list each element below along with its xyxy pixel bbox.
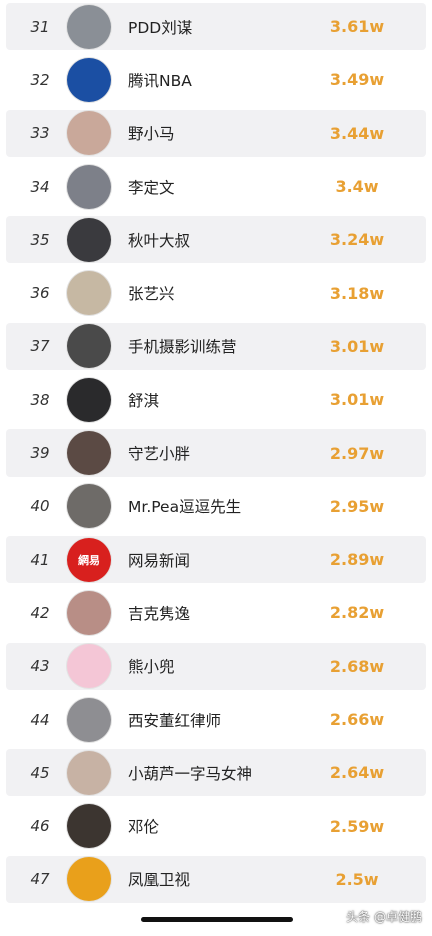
follower-count: 3.24w <box>329 230 385 250</box>
follower-count: 2.68w <box>329 656 385 676</box>
woman-portrait-avatar[interactable] <box>67 590 111 635</box>
rank-number: 33 <box>30 124 50 143</box>
account-name[interactable]: 秋叶大叔 <box>128 213 190 266</box>
account-name[interactable]: 张艺兴 <box>128 266 175 319</box>
follower-count: 2.82w <box>329 603 385 623</box>
rank-number: 34 <box>30 177 50 196</box>
follower-count: 2.97w <box>329 443 385 463</box>
woman-profile-avatar[interactable] <box>67 377 111 422</box>
follower-count: 2.64w <box>329 763 385 783</box>
account-name[interactable]: 野小马 <box>128 107 175 160</box>
list-item[interactable]: 38 舒淇 3.01w <box>0 373 432 426</box>
list-item[interactable]: 37 手机摄影训练营 3.01w <box>0 320 432 373</box>
woman-portrait-avatar[interactable] <box>67 111 111 156</box>
man-portrait-avatar[interactable] <box>67 431 111 476</box>
follower-count: 2.89w <box>329 550 385 570</box>
account-name[interactable]: 凤凰卫视 <box>128 853 190 906</box>
rank-number: 47 <box>30 870 50 889</box>
follower-count: 3.01w <box>329 336 385 356</box>
man-portrait-avatar[interactable] <box>67 217 111 262</box>
account-name[interactable]: 小葫芦一字马女神 <box>128 746 252 799</box>
list-item[interactable]: 35 秋叶大叔 3.24w <box>0 213 432 266</box>
list-item[interactable]: 41 網易 网易新闻 2.89w <box>0 533 432 586</box>
rank-number: 43 <box>30 657 50 676</box>
rank-number: 38 <box>30 390 50 409</box>
list-item[interactable]: 40 Mr.Pea逗逗先生 2.95w <box>0 480 432 533</box>
follower-count: 2.95w <box>329 496 385 516</box>
follower-count: 3.44w <box>329 123 385 143</box>
follower-count: 3.61w <box>329 17 385 37</box>
rank-number: 42 <box>30 603 50 622</box>
rank-number: 37 <box>30 337 50 356</box>
account-name[interactable]: 舒淇 <box>128 373 159 426</box>
account-name[interactable]: 李定文 <box>128 160 175 213</box>
account-name[interactable]: Mr.Pea逗逗先生 <box>128 480 241 533</box>
account-name[interactable]: 吉克隽逸 <box>128 586 190 639</box>
list-item[interactable]: 44 西安董红律师 2.66w <box>0 693 432 746</box>
account-name[interactable]: 守艺小胖 <box>128 426 190 479</box>
list-item[interactable]: 33 野小马 3.44w <box>0 107 432 160</box>
list-item[interactable]: 31 PDD刘谋 3.61w <box>0 0 432 53</box>
follower-count: 2.59w <box>329 816 385 836</box>
account-name[interactable]: 手机摄影训练营 <box>128 320 237 373</box>
follower-count: 3.01w <box>329 390 385 410</box>
follower-count: 3.49w <box>329 70 385 90</box>
list-item[interactable]: 43 熊小兜 2.68w <box>0 640 432 693</box>
account-name[interactable]: 腾讯NBA <box>128 53 192 106</box>
rank-number: 44 <box>30 710 50 729</box>
list-item[interactable]: 45 小葫芦一字马女神 2.64w <box>0 746 432 799</box>
rank-number: 41 <box>30 550 50 569</box>
rank-number: 36 <box>30 284 50 303</box>
account-name[interactable]: 西安董红律师 <box>128 693 221 746</box>
list-item[interactable]: 46 邓伦 2.59w <box>0 799 432 852</box>
blurred-portrait-avatar[interactable] <box>67 271 111 316</box>
avatar-logo-text: 網易 <box>78 553 100 567</box>
rank-number: 31 <box>30 17 50 36</box>
follower-count: 3.4w <box>335 177 379 197</box>
rank-number: 46 <box>30 817 50 836</box>
list-item[interactable]: 47 凤凰卫视 2.5w <box>0 853 432 906</box>
rank-number: 40 <box>30 497 50 516</box>
account-name[interactable]: 熊小兜 <box>128 640 175 693</box>
home-indicator[interactable] <box>141 917 293 922</box>
list-item[interactable]: 42 吉克隽逸 2.82w <box>0 586 432 639</box>
watermark: 头条 @卓健鹏 <box>346 910 422 924</box>
list-item[interactable]: 36 张艺兴 3.18w <box>0 266 432 319</box>
pink-pig-cartoon-avatar[interactable] <box>67 644 111 689</box>
man-sunglasses-avatar[interactable] <box>67 4 111 49</box>
rank-number: 39 <box>30 444 50 463</box>
landscape-avatar[interactable] <box>67 804 111 849</box>
follower-count: 2.66w <box>329 710 385 729</box>
account-name[interactable]: 邓伦 <box>128 799 159 852</box>
list-item[interactable]: 39 守艺小胖 2.97w <box>0 426 432 479</box>
rank-number: 35 <box>30 230 50 249</box>
list-item[interactable]: 34 李定文 3.4w <box>0 160 432 213</box>
account-name[interactable]: PDD刘谋 <box>128 0 192 53</box>
woman-portrait-avatar[interactable] <box>67 750 111 795</box>
rank-number: 32 <box>30 70 50 89</box>
account-name[interactable]: 网易新闻 <box>128 533 190 586</box>
follower-count: 3.18w <box>329 283 385 303</box>
follower-count: 2.5w <box>335 869 379 889</box>
woman-portrait-avatar[interactable] <box>67 697 111 742</box>
man-suit-avatar[interactable] <box>67 484 111 529</box>
basketball-logo-avatar[interactable] <box>67 57 111 102</box>
list-item[interactable]: 32 腾讯NBA 3.49w <box>0 53 432 106</box>
rank-number: 45 <box>30 763 50 782</box>
ranking-list: 31 PDD刘谋 3.61w 32 腾讯NBA 3.49w 33 野小马 3.44w 34 李定文 3… <box>0 0 432 906</box>
netease-logo-avatar[interactable]: 網易 <box>67 537 111 582</box>
man-suit-avatar[interactable] <box>67 164 111 209</box>
